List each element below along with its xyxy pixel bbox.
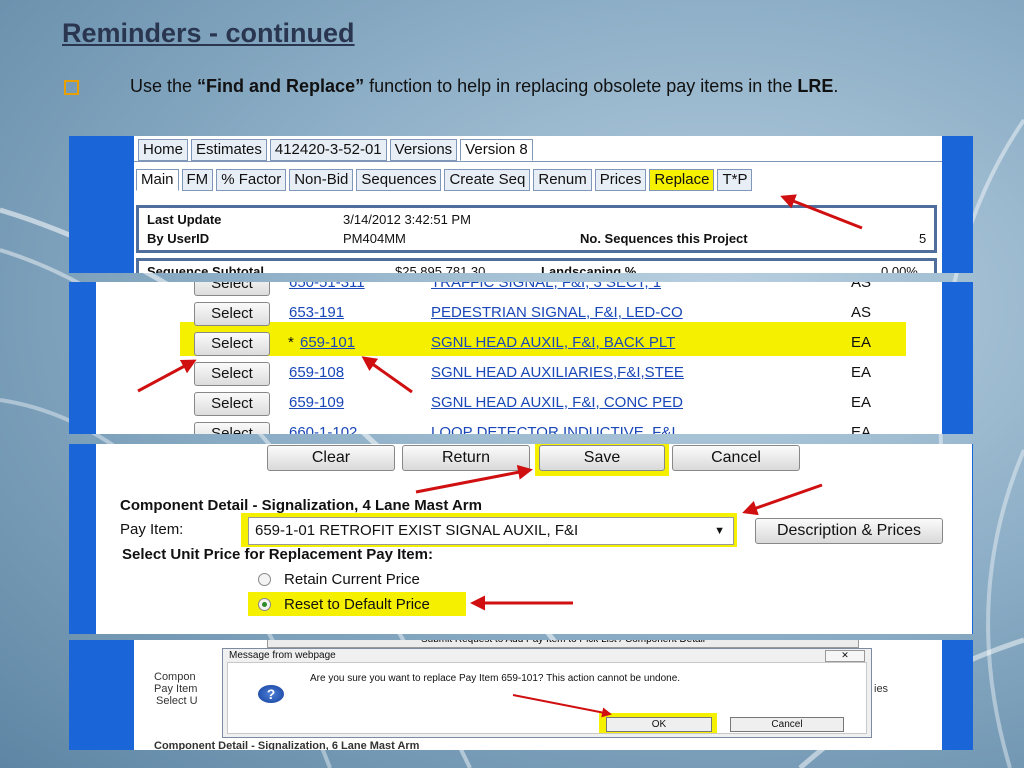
landscaping-value: 0.00%: [881, 264, 918, 273]
close-icon[interactable]: ✕: [825, 650, 865, 662]
select-button[interactable]: Select: [194, 362, 270, 386]
screenshot-component-detail-panel: Clear Return Save Cancel Component Detai…: [69, 444, 973, 634]
tab-version-8[interactable]: Version 8: [460, 139, 533, 161]
pay-item-description-link[interactable]: SGNL HEAD AUXIL, F&I, CONC PED: [431, 394, 683, 411]
tabs-panel-body: Home Estimates 412420-3-52-01 Versions V…: [134, 136, 942, 273]
sequence-subtotal-value: $25,895,781.30: [395, 264, 486, 273]
pay-item-description-link[interactable]: SGNL HEAD AUXIL, F&I, BACK PLT: [431, 334, 675, 351]
bullet-bold-find-replace: “Find and Replace”: [197, 76, 365, 96]
bullet-suffix: .: [833, 76, 839, 96]
subtotal-box-cutoff: Sequence Subtotal $25,895,781.30 Landsca…: [136, 258, 937, 273]
landscaping-label: Landscaping %: [541, 264, 637, 273]
tab-sequences[interactable]: Sequences: [356, 169, 442, 191]
tab-project-id[interactable]: 412420-3-52-01: [269, 139, 387, 161]
bg-select-text: Select U: [156, 695, 198, 707]
sub-tab-row: Main FM % Factor Non-Bid Sequences Creat…: [136, 169, 753, 191]
pay-item-list-body: Select 650-51-311 TRAFFIC SIGNAL, F&I, 3 S…: [96, 282, 942, 434]
tab-divider: [134, 161, 942, 162]
component-detail-body: Clear Return Save Cancel Component Detai…: [96, 444, 972, 634]
pay-item-code-link[interactable]: 660-1-102: [289, 424, 357, 434]
pay-item-unit: EA: [851, 364, 872, 381]
last-update-value: 3/14/2012 3:42:51 PM: [343, 212, 471, 227]
cancel-button[interactable]: Cancel: [672, 445, 800, 471]
screenshot-confirm-dialog-panel: Submit Request to Add Pay Item to Pick L…: [69, 640, 973, 750]
dialog-message: Are you sure you want to replace Pay Ite…: [310, 673, 681, 684]
reset-price-radio[interactable]: [258, 598, 271, 611]
pay-item-unit: EA: [851, 394, 872, 411]
clear-button[interactable]: Clear: [267, 445, 395, 471]
bullet-prefix: Use the: [130, 76, 198, 96]
tab-main[interactable]: Main: [136, 169, 179, 191]
retain-price-label: Retain Current Price: [284, 571, 420, 588]
bg-component-text: Compon: [154, 671, 196, 683]
pay-item-unit: EA: [851, 334, 872, 351]
bullet-middle: function to help in replacing obsolete p…: [364, 76, 798, 96]
description-prices-button[interactable]: Description & Prices: [755, 518, 943, 544]
bg-component-detail-6-lane: Component Detail - Signalization, 6 Lane…: [154, 740, 420, 750]
screenshot-pay-item-list-panel: Select 650-51-311 TRAFFIC SIGNAL, F&I, 3 S…: [69, 282, 973, 434]
dialog-cancel-button[interactable]: Cancel: [730, 717, 844, 732]
tab-prices[interactable]: Prices: [594, 169, 647, 191]
tab-create-seq[interactable]: Create Seq: [444, 169, 531, 191]
component-detail-title: Component Detail - Signalization, 4 Lane…: [120, 497, 482, 514]
select-button[interactable]: Select: [194, 422, 270, 434]
tab-non-bid[interactable]: Non-Bid: [289, 169, 354, 191]
last-update-label: Last Update: [147, 212, 222, 227]
select-button[interactable]: Select: [194, 302, 270, 326]
bullet-text: Use the “Find and Replace” function to h…: [130, 76, 838, 97]
pay-item-unit: AS: [851, 282, 872, 291]
chevron-down-icon: ▼: [714, 525, 725, 537]
confirm-dialog: Message from webpage ✕ ? Are you sure yo…: [222, 648, 872, 738]
sequences-count-label: No. Sequences this Project: [580, 231, 748, 246]
tab-versions[interactable]: Versions: [389, 139, 458, 161]
select-button[interactable]: Select: [194, 392, 270, 416]
pay-item-description-link[interactable]: TRAFFIC SIGNAL, F&I, 3 SECT, 1: [431, 282, 661, 291]
submit-request-button-cutoff[interactable]: Submit Request to Add Pay Item to Pick L…: [267, 640, 859, 648]
reset-price-label: Reset to Default Price: [284, 596, 430, 613]
bullet-bold-lre: LRE: [797, 76, 834, 96]
dialog-title: Message from webpage: [229, 650, 336, 661]
screenshot-tabs-panel: Home Estimates 412420-3-52-01 Versions V…: [69, 136, 973, 273]
slide-title: Reminders - continued: [62, 18, 355, 48]
pay-item-unit: AS: [851, 304, 872, 321]
tab-tp[interactable]: T*P: [717, 169, 753, 191]
bg-pay-item-text: Pay Item: [154, 683, 198, 695]
select-button[interactable]: Select: [194, 332, 270, 356]
unit-price-label: Select Unit Price for Replacement Pay It…: [122, 546, 433, 563]
select-button[interactable]: Select: [194, 282, 270, 296]
pay-item-select[interactable]: 659-1-01 RETROFIT EXIST SIGNAL AUXIL, F&…: [248, 517, 734, 545]
bg-ies-text: ies: [874, 683, 889, 695]
sequences-count-value: 5: [919, 231, 927, 246]
ok-button[interactable]: OK: [606, 717, 712, 732]
save-button[interactable]: Save: [539, 445, 665, 471]
tab-replace[interactable]: Replace: [649, 169, 715, 191]
pay-item-code-link[interactable]: 650-51-311: [289, 282, 365, 291]
pay-item-description-link[interactable]: PEDESTRIAN SIGNAL, F&I, LED-CO: [431, 304, 683, 321]
pay-item-code-link[interactable]: 653-191: [289, 304, 344, 321]
pay-item-description-link[interactable]: SGNL HEAD AUXILIARIES,F&I,STEE: [431, 364, 684, 381]
retain-price-radio[interactable]: [258, 573, 271, 586]
tab-estimates[interactable]: Estimates: [191, 139, 267, 161]
checkbox-bullet-icon: [64, 80, 79, 95]
pay-item-description-link[interactable]: LOOP DETECTOR INDUCTIVE, F&I: [431, 424, 675, 434]
confirm-panel-body: Submit Request to Add Pay Item to Pick L…: [134, 640, 942, 750]
pay-item-label: Pay Item:: [120, 521, 184, 538]
pay-item-code-link[interactable]: 659-109: [289, 394, 344, 411]
pay-item-code-link[interactable]: 659-108: [289, 364, 344, 381]
tab-percent-factor[interactable]: % Factor: [216, 169, 287, 191]
last-update-box: Last Update 3/14/2012 3:42:51 PM By User…: [136, 205, 937, 253]
tab-renum[interactable]: Renum: [533, 169, 592, 191]
userid-value: PM404MM: [343, 231, 406, 246]
pay-item-unit: EA: [851, 424, 872, 434]
question-icon: ?: [258, 685, 284, 703]
tab-fm[interactable]: FM: [181, 169, 214, 191]
sequence-subtotal-label: Sequence Subtotal: [147, 264, 265, 273]
current-item-marker: *: [288, 334, 294, 351]
pay-item-value: 659-1-01 RETROFIT EXIST SIGNAL AUXIL, F&…: [255, 522, 579, 539]
top-tab-row: Home Estimates 412420-3-52-01 Versions V…: [138, 139, 533, 161]
userid-label: By UserID: [147, 231, 210, 246]
pay-item-code-link[interactable]: 659-101: [300, 334, 355, 351]
return-button[interactable]: Return: [402, 445, 530, 471]
tab-home[interactable]: Home: [138, 139, 189, 161]
